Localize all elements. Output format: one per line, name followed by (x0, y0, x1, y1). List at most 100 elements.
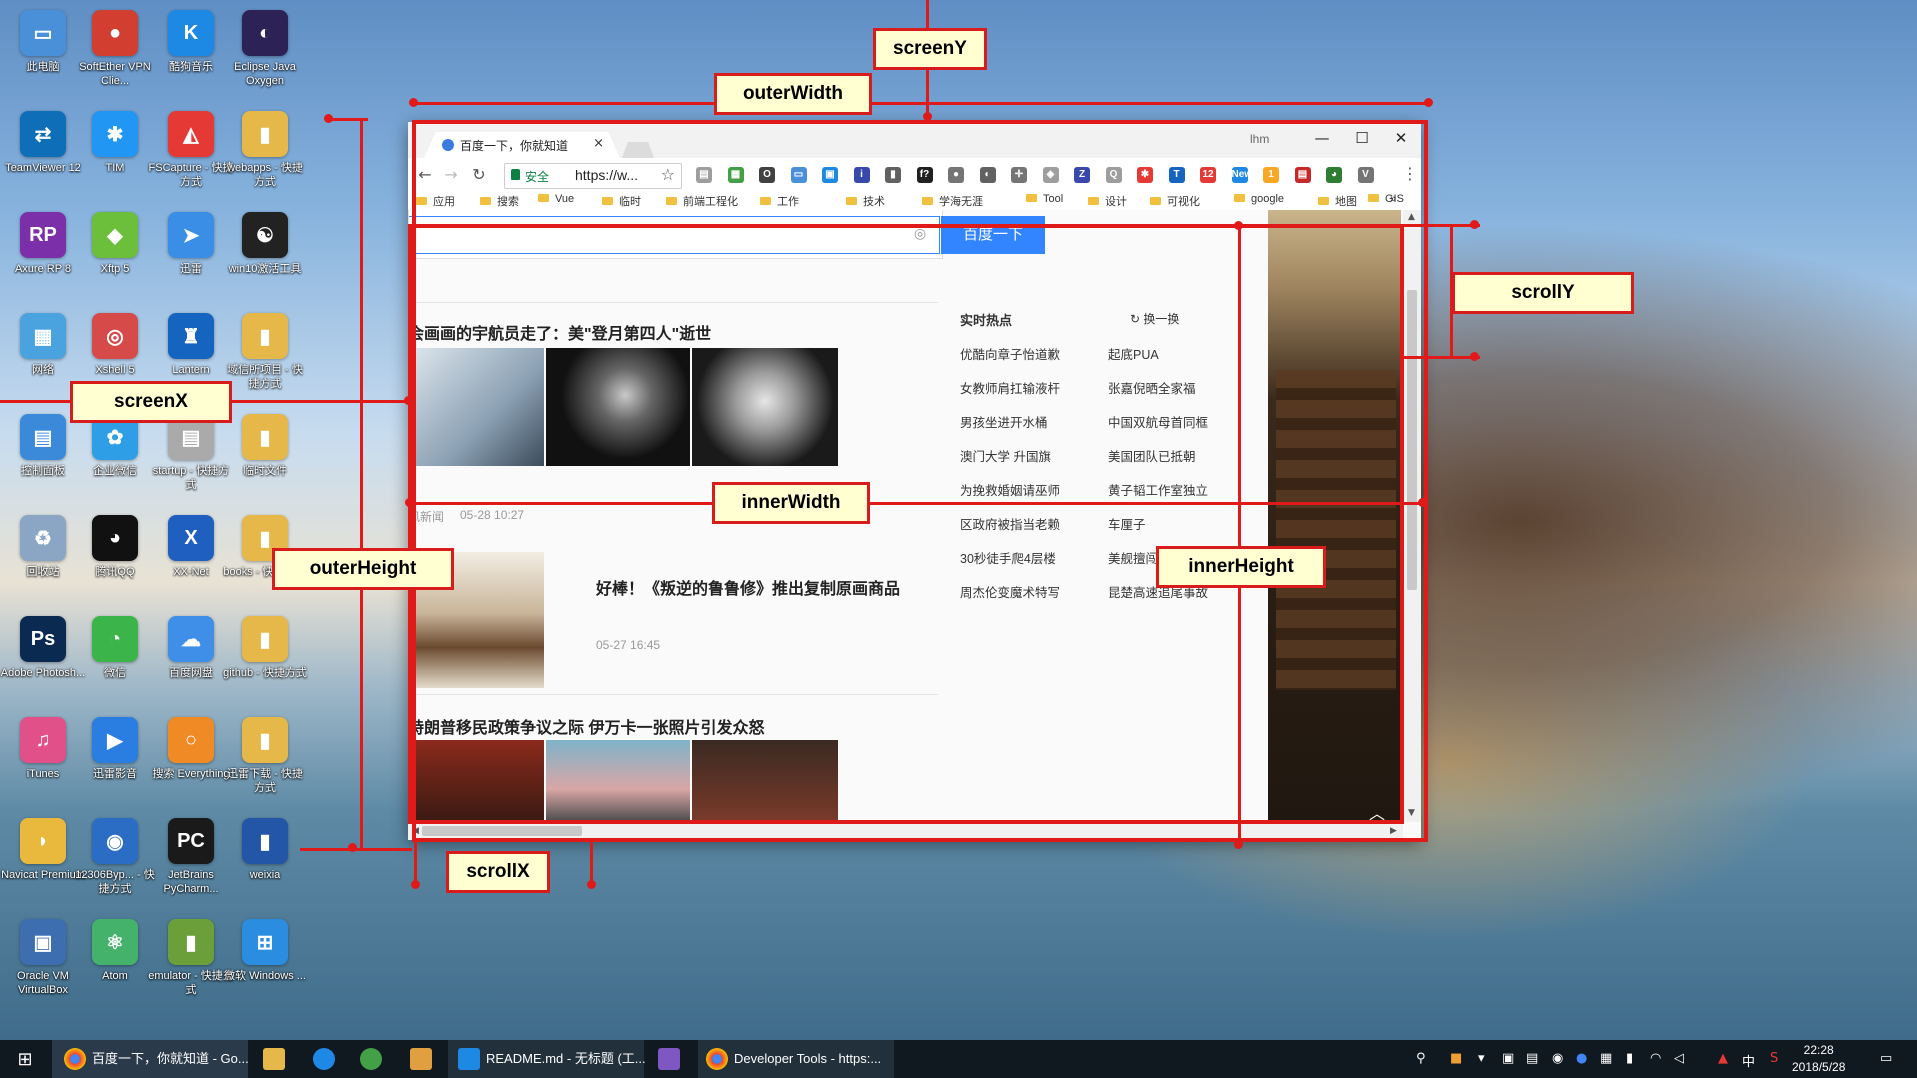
horizontal-scroll-thumb[interactable] (422, 826, 582, 836)
hot-topic-link[interactable]: 车厘子 (1108, 514, 1146, 533)
desktop-icon[interactable]: ▶ 迅雷影音 (72, 711, 158, 807)
search-button[interactable]: 百度一下 (941, 216, 1045, 254)
desktop-icon[interactable]: ⚛ Atom (72, 913, 158, 1009)
news-image[interactable] (692, 740, 838, 822)
desktop-icon[interactable]: ◆ Xftp 5 (72, 206, 158, 302)
tray-icon[interactable]: ▣ (1502, 1051, 1514, 1066)
hot-topic-link[interactable]: 为挽救婚姻请巫师 (960, 480, 1060, 499)
bookmark-item[interactable]: 设计 (1088, 193, 1127, 209)
extension-icon[interactable]: ◐ (979, 167, 996, 183)
ime-indicator[interactable]: 中 (1742, 1051, 1755, 1070)
news-image[interactable] (546, 348, 690, 466)
news-image[interactable] (692, 348, 838, 466)
notification-icon[interactable]: ▭ (1880, 1051, 1892, 1066)
menu-icon[interactable]: ⋮ (1402, 164, 1418, 183)
extension-icon[interactable]: ▣ (822, 167, 838, 183)
app-icon[interactable] (410, 1048, 432, 1070)
desktop-icon[interactable]: ▮ webapps - 快捷方式 (222, 105, 308, 201)
bookmark-item[interactable]: GIS (1368, 193, 1404, 205)
tray-icon[interactable]: ▮ (1626, 1051, 1633, 1066)
file-explorer-icon[interactable] (263, 1048, 285, 1070)
bookmark-star-icon[interactable]: ☆ (661, 165, 675, 184)
extension-icon[interactable]: ◈ (1042, 167, 1059, 183)
refresh-hot-button[interactable]: ↻ 换一换 (1130, 310, 1179, 327)
people-icon[interactable]: ⚲ (1416, 1051, 1426, 1066)
hot-topic-link[interactable]: 区政府被指当老赖 (960, 514, 1060, 533)
desktop-icon[interactable]: ◔ 微信 (72, 610, 158, 706)
news-headline-3[interactable]: 特朗普移民政策争议之际 伊万卡一张照片引发众怒 (408, 714, 764, 738)
tray-icon[interactable]: ◉ (1552, 1051, 1563, 1066)
desktop-icon[interactable]: ▮ 域信所项目 - 快捷方式 (222, 307, 308, 403)
extension-icon[interactable]: Q (1105, 167, 1122, 183)
hot-topic-link[interactable]: 张嘉倪晒全家福 (1108, 378, 1196, 397)
bookmark-item[interactable]: 工作 (760, 193, 799, 209)
extension-icon[interactable]: New (1231, 167, 1252, 183)
wifi-icon[interactable]: ◠ (1650, 1051, 1661, 1066)
extension-icon[interactable]: ▭ (790, 167, 807, 183)
news-headline-2[interactable]: 好棒！《叛逆的鲁鲁修》推出复制原画商品 (596, 578, 926, 602)
desktop-icon[interactable]: ▮ 迅雷下载 - 快捷方式 (222, 711, 308, 807)
scroll-down-icon[interactable]: ▼ (1408, 808, 1415, 818)
tray-icon[interactable]: ▲ (1718, 1051, 1728, 1066)
app-icon[interactable] (360, 1048, 382, 1070)
tab-close-icon[interactable]: × (593, 136, 604, 151)
camera-icon[interactable]: ◎ (914, 226, 926, 242)
hot-topic-link[interactable]: 周杰伦变魔术特写 (960, 582, 1060, 601)
news-headline-1[interactable]: 会画画的宇航员走了：美"登月第四人"逝世 (408, 320, 711, 344)
maximize-button[interactable]: ☐ (1342, 126, 1382, 150)
extension-icon[interactable]: f? (916, 167, 933, 183)
extension-icon[interactable]: ▮ (885, 167, 901, 183)
bookmark-item[interactable]: 可视化 (1150, 193, 1200, 209)
extension-icon[interactable]: 12 (1200, 167, 1216, 183)
hot-topic-link[interactable]: 澳门大学 升国旗 (960, 446, 1051, 465)
hot-topic-link[interactable]: 30秒徒手爬4层楼 (960, 548, 1056, 567)
back-icon[interactable]: ← (414, 165, 436, 184)
bookmark-item[interactable]: 临时 (602, 193, 641, 209)
address-bar[interactable]: 安全 https://w... ☆ (504, 163, 682, 189)
extension-icon[interactable]: ▦ (727, 167, 744, 183)
windows-start-icon[interactable]: ⊞ (10, 1040, 40, 1078)
hot-topic-link[interactable]: 黄子韬工作室独立 (1108, 480, 1208, 499)
hot-topic-link[interactable]: 优酷向章子怡道歉 (960, 344, 1060, 363)
tray-icon[interactable]: ▤ (1526, 1051, 1538, 1066)
tray-icon[interactable]: ▾ (1478, 1051, 1485, 1066)
extension-icon[interactable]: ✱ (1137, 167, 1153, 183)
bookmark-item[interactable]: 搜索 (480, 193, 519, 209)
bookmark-item[interactable]: 技术 (846, 193, 885, 209)
scroll-right-icon[interactable]: ▶ (1390, 826, 1397, 836)
news-image[interactable] (546, 740, 690, 822)
extension-icon[interactable]: ▤ (1294, 167, 1311, 183)
scroll-up-icon[interactable]: ▲ (1408, 212, 1415, 222)
bookmark-item[interactable]: 学海无涯 (922, 193, 983, 209)
bookmark-item[interactable]: Tool (1026, 193, 1063, 205)
profile-name[interactable]: lhm (1250, 132, 1269, 146)
tray-icon[interactable]: ▦ (1600, 1051, 1612, 1066)
news-image[interactable] (408, 740, 544, 822)
hot-topic-link[interactable]: 中国双航母首同框 (1108, 412, 1208, 431)
taskbar-item-devtools[interactable]: Developer Tools - https:... (698, 1040, 894, 1078)
new-tab-button[interactable] (622, 142, 654, 158)
desktop-icon[interactable]: ✱ TIM (72, 105, 158, 201)
extension-icon[interactable]: i (853, 167, 870, 183)
desktop-icon[interactable]: ⊞ 微软 Windows ... (222, 913, 308, 1009)
extension-icon[interactable]: O (759, 167, 775, 183)
extension-icon[interactable]: ▤ (696, 167, 712, 183)
edge-icon[interactable] (313, 1048, 335, 1070)
hot-topic-link[interactable]: 美国团队已抵朝 (1108, 446, 1196, 465)
extension-icon[interactable]: V (1357, 167, 1374, 183)
tab-baidu[interactable]: 百度一下，你就知道 × (424, 132, 620, 158)
tray-icon[interactable]: S (1770, 1051, 1778, 1066)
desktop-icon[interactable]: ◉ 12306Byp... - 快捷方式 (72, 812, 158, 908)
extension-icon[interactable]: Z (1074, 167, 1090, 183)
desktop-icon[interactable]: ▮ weixia (222, 812, 308, 908)
desktop-icon[interactable]: ▮ 临时文件 (222, 408, 308, 504)
clock[interactable]: 22:28 2018/5/28 (1792, 1042, 1845, 1076)
minimize-button[interactable]: — (1302, 126, 1342, 150)
hot-topic-link[interactable]: 男孩坐进开水桶 (960, 412, 1048, 431)
extension-icon[interactable]: ◕ (1326, 167, 1342, 183)
bookmark-item[interactable]: google (1234, 193, 1284, 205)
search-input[interactable] (409, 216, 940, 254)
hot-topic-link[interactable]: 女教师肩扛输液杆 (960, 378, 1060, 397)
taskbar-item-vscode[interactable]: README.md - 无标题 (工... (448, 1040, 646, 1078)
desktop-icon[interactable]: ☯ win10激活工具 (222, 206, 308, 302)
